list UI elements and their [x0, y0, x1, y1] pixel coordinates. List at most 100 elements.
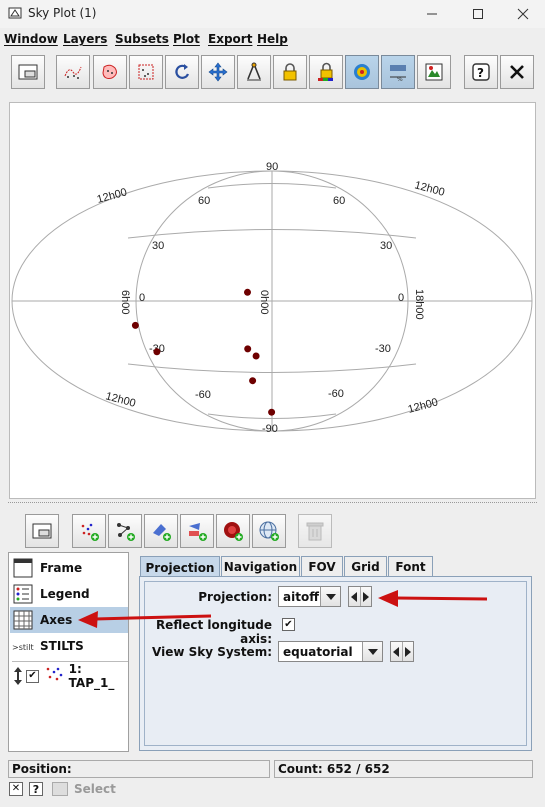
layer-item[interactable]: ✔ 1: TAP_1_	[10, 662, 128, 690]
projection-select[interactable]: aitoff	[278, 586, 341, 607]
layer-toolbar	[0, 509, 545, 551]
add-shape-layer-button[interactable]	[180, 514, 214, 548]
visible-points-icon	[138, 64, 154, 80]
app-icon	[8, 7, 22, 19]
chevron-down-icon[interactable]	[362, 642, 382, 661]
drag-handle-icon[interactable]	[12, 667, 23, 685]
trash-icon	[306, 522, 324, 541]
clear-icon[interactable]: ✕	[9, 782, 23, 796]
control-legend[interactable]: Legend	[10, 581, 128, 607]
add-globe-icon	[259, 521, 279, 541]
lat-label: 60	[198, 195, 210, 207]
lock-color-icon	[318, 62, 333, 81]
svg-text:?: ?	[477, 66, 484, 80]
lock-icon	[283, 63, 297, 81]
sky-system-select[interactable]: equatorial	[278, 641, 383, 662]
chevron-down-icon[interactable]	[320, 587, 340, 606]
export-image-button[interactable]	[417, 55, 451, 89]
control-axes[interactable]: Axes	[10, 607, 128, 633]
menu-export[interactable]: Export	[208, 32, 252, 46]
help-button[interactable]: ?	[464, 55, 498, 89]
projection-stepper[interactable]	[348, 586, 372, 607]
tab-grid[interactable]: Grid	[344, 556, 387, 577]
lat-label: 0	[139, 292, 145, 304]
projection-value: aitoff	[283, 589, 319, 604]
sky-system-stepper[interactable]	[390, 641, 414, 662]
new-window-button[interactable]	[11, 55, 45, 89]
next-arrow-icon[interactable]	[401, 642, 414, 661]
add-scatter-icon	[81, 523, 99, 541]
tab-navigation[interactable]: Navigation	[221, 556, 300, 577]
close-icon	[517, 8, 528, 20]
lat-label: -30	[375, 343, 391, 355]
sky-plot-canvas[interactable]: 90 60 60 30 0 -30 30 0 -30 -60 -60 -90 1…	[10, 103, 535, 498]
menu-window[interactable]: Window	[4, 32, 58, 46]
sketch-mode-button[interactable]	[345, 55, 379, 89]
next-arrow-icon[interactable]	[359, 587, 372, 606]
minimize-button[interactable]	[409, 0, 454, 28]
bottom-bar: ✕ ? Select	[0, 780, 545, 800]
tab-fov[interactable]: FOV	[301, 556, 343, 577]
add-pair-icon	[117, 523, 135, 541]
reflect-label: Reflect longitude axis:	[155, 618, 272, 646]
maximize-button[interactable]	[455, 0, 500, 28]
help-icon: ?	[472, 63, 490, 81]
add-area-layer-button[interactable]	[144, 514, 178, 548]
sky-plot-panel[interactable]: 90 60 60 30 0 -30 30 0 -30 -60 -60 -90 1…	[9, 102, 536, 499]
delete-layer-button[interactable]	[298, 514, 332, 548]
close-button[interactable]	[500, 0, 545, 28]
axis-scale-icon: %	[390, 65, 406, 83]
lat-label: 30	[380, 240, 392, 252]
tab-projection[interactable]: Projection	[140, 556, 220, 578]
axis-labels-button[interactable]: %	[381, 55, 415, 89]
prev-arrow-icon[interactable]	[349, 587, 360, 606]
menu-plot[interactable]: Plot	[173, 32, 200, 46]
close-window-button[interactable]	[500, 55, 534, 89]
add-pair-layer-button[interactable]	[108, 514, 142, 548]
replot-button[interactable]	[165, 55, 199, 89]
lock-aspect-button[interactable]	[309, 55, 343, 89]
lat-label: 0	[398, 292, 404, 304]
svg-text:%: %	[397, 76, 403, 83]
image-export-icon	[425, 63, 443, 81]
close-x-icon	[510, 65, 524, 79]
add-shapes-icon	[189, 523, 207, 541]
navigate-button[interactable]	[201, 55, 235, 89]
control-label: Legend	[40, 587, 90, 601]
blob-subset-button[interactable]	[93, 55, 127, 89]
split-divider[interactable]	[8, 502, 537, 507]
reflect-checkbox[interactable]: ✔	[282, 618, 295, 631]
select-label[interactable]: Select	[74, 782, 116, 796]
tab-font[interactable]: Font	[388, 556, 433, 577]
lon-label: 18h00	[413, 289, 425, 320]
float-controls-button[interactable]	[25, 514, 59, 548]
menu-layers[interactable]: Layers	[63, 32, 107, 46]
control-stilts[interactable]: >stilts STILTS	[10, 633, 128, 659]
compass-icon	[247, 62, 261, 81]
data-point	[244, 288, 251, 296]
menu-help[interactable]: Help	[257, 32, 288, 46]
visible-subset-button[interactable]	[129, 55, 163, 89]
control-frame[interactable]: Frame	[10, 555, 128, 581]
add-sky-grid-button[interactable]	[252, 514, 286, 548]
title-bar: Sky Plot (1)	[0, 0, 545, 28]
lock-axes-button[interactable]	[273, 55, 307, 89]
subset-region-icon	[64, 66, 82, 79]
lat-label: 30	[152, 240, 164, 252]
position-status: Position:	[8, 760, 270, 778]
draw-subset-button[interactable]	[56, 55, 90, 89]
layer-visible-checkbox[interactable]: ✔	[26, 669, 39, 683]
refresh-icon	[175, 64, 190, 79]
control-label: Axes	[40, 613, 73, 627]
legend-icon	[12, 583, 34, 605]
count-status: Count: 652 / 652	[274, 760, 533, 778]
add-density-layer-button[interactable]	[216, 514, 250, 548]
lon-label: 6h00	[119, 290, 131, 314]
menu-subsets[interactable]: Subsets	[115, 32, 169, 46]
maximize-icon	[472, 9, 483, 19]
prev-arrow-icon[interactable]	[391, 642, 402, 661]
help-small-icon[interactable]: ?	[29, 782, 43, 796]
add-position-layer-button[interactable]	[72, 514, 106, 548]
main-toolbar: % ?	[0, 51, 545, 93]
measure-button[interactable]	[237, 55, 271, 89]
